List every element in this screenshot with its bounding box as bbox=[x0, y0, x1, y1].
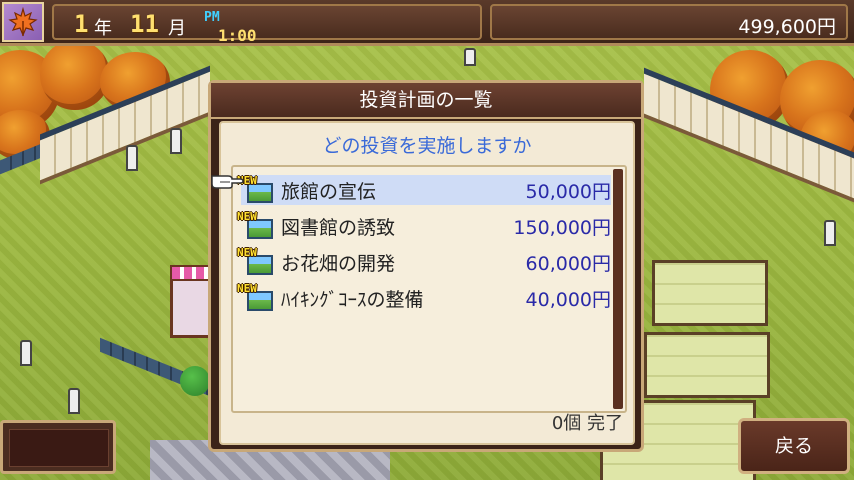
stone-lantern bbox=[68, 388, 80, 414]
dialog-question: どの投資を実施しますか bbox=[322, 135, 532, 157]
stone-lantern bbox=[824, 220, 836, 246]
dialog-title: 投資計画の一覧 bbox=[211, 83, 641, 119]
ampm-indicator: PM bbox=[204, 10, 220, 25]
item-name: 旅館の宣伝 bbox=[281, 180, 377, 203]
stone-lantern bbox=[170, 128, 182, 154]
done-button[interactable]: 完了 bbox=[587, 413, 623, 434]
year-value: 1 bbox=[74, 10, 89, 38]
empty-menu-slot bbox=[0, 420, 116, 474]
new-badge: NEW bbox=[237, 210, 257, 223]
year-unit: 年 bbox=[94, 18, 112, 39]
selected-count: 0個 bbox=[551, 413, 582, 434]
money-value: 499,600円 bbox=[738, 16, 836, 38]
item-name: お花畑の開発 bbox=[281, 252, 396, 275]
investment-item-library[interactable]: NEW 図書館の誘致 150,000円 bbox=[237, 210, 611, 241]
list-scrollbar[interactable] bbox=[613, 169, 623, 409]
time-value: 1:00 bbox=[218, 26, 257, 45]
item-price: 60,000円 bbox=[525, 252, 611, 275]
new-item-picture-icon: NEW bbox=[237, 210, 275, 240]
funds-display: 499,600円 bbox=[490, 4, 848, 40]
month-unit: 月 bbox=[168, 18, 186, 39]
dialog-footer: 0個 完了 bbox=[552, 409, 623, 435]
investment-list: NEW 旅館の宣伝 50,000円 NEW 図書館の誘致 150,000円 NE… bbox=[231, 165, 627, 413]
date-display: 1 年 11 月 PM 1:00 bbox=[52, 4, 482, 45]
back-button[interactable]: 戻る bbox=[738, 418, 850, 474]
item-name: ﾊｲｷﾝｸﾞｺｰｽの整備 bbox=[281, 288, 424, 311]
stone-lantern bbox=[126, 145, 138, 171]
stone-lantern bbox=[464, 48, 476, 66]
new-badge: NEW bbox=[237, 246, 257, 259]
item-price: 50,000円 bbox=[525, 180, 611, 203]
item-name: 図書館の誘致 bbox=[281, 216, 396, 239]
new-badge: NEW bbox=[237, 282, 257, 295]
new-item-picture-icon: NEW bbox=[237, 246, 275, 276]
investment-item-inn-ad[interactable]: NEW 旅館の宣伝 50,000円 bbox=[237, 174, 611, 205]
top-hud: 1 年 11 月 PM 1:00 499,600円 bbox=[0, 0, 854, 46]
green-bush bbox=[180, 366, 210, 396]
item-price: 40,000円 bbox=[525, 288, 611, 311]
inn-room bbox=[644, 332, 770, 398]
investment-item-flower-field[interactable]: NEW お花畑の開発 60,000円 bbox=[237, 246, 611, 277]
new-item-picture-icon: NEW bbox=[237, 282, 275, 312]
stone-lantern bbox=[20, 340, 32, 366]
back-button-label: 戻る bbox=[774, 435, 813, 457]
season-indicator bbox=[2, 2, 44, 42]
new-item-picture-icon: NEW bbox=[237, 174, 275, 204]
pointing-hand-icon bbox=[211, 175, 244, 189]
item-price: 150,000円 bbox=[513, 216, 611, 239]
investment-item-hiking-course[interactable]: NEW ﾊｲｷﾝｸﾞｺｰｽの整備 40,000円 bbox=[237, 282, 611, 313]
autumn-tree bbox=[40, 40, 110, 110]
investment-plan-dialog: 投資計画の一覧 どの投資を実施しますか NEW 旅館の宣伝 50,000円 NE… bbox=[208, 80, 644, 452]
maple-leaf-icon bbox=[8, 7, 38, 37]
month-value: 11 bbox=[130, 10, 159, 38]
inn-room bbox=[652, 260, 768, 326]
dialog-body: どの投資を実施しますか NEW 旅館の宣伝 50,000円 NEW 図書館の誘致… bbox=[219, 121, 635, 445]
